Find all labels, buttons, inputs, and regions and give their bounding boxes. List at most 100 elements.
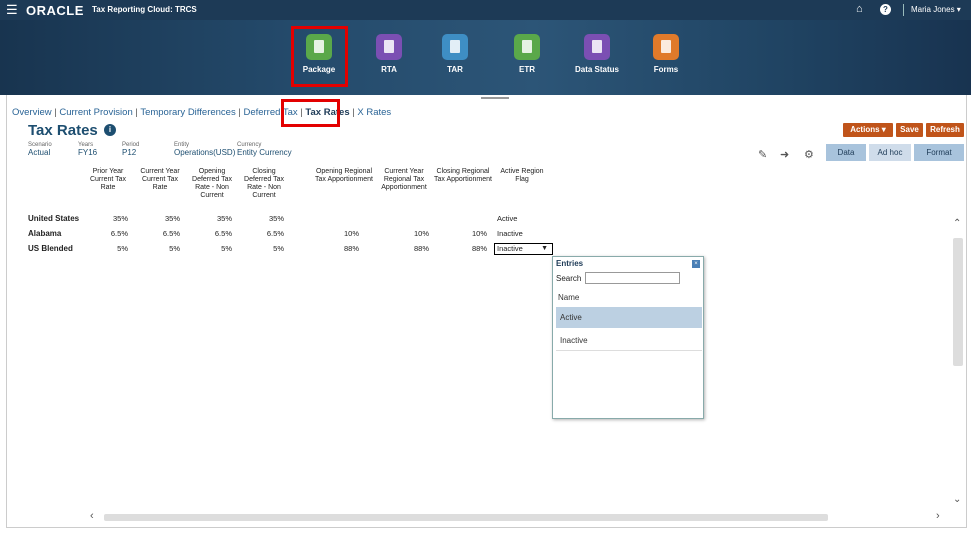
grid-cell[interactable]: 6.5% — [136, 229, 180, 239]
pov-value: Entity Currency — [237, 148, 292, 157]
highlight-box — [291, 26, 348, 87]
active-flag-select[interactable]: Inactive ▼ — [494, 243, 553, 255]
home-icon[interactable]: ⌂ — [856, 3, 863, 15]
grid-cell[interactable]: 5% — [240, 244, 284, 254]
chevron-down-icon[interactable]: ⌄ — [953, 494, 961, 505]
pov-currency[interactable]: Currency Entity Currency — [237, 141, 292, 157]
tab-temporary-differences[interactable]: Temporary Differences — [140, 107, 235, 118]
entries-dropdown: Entries × Search Name Active Inactive — [552, 256, 704, 419]
resize-handle[interactable] — [481, 97, 509, 99]
chevron-up-icon[interactable]: ⌃ — [953, 218, 961, 229]
vertical-scrollbar[interactable]: ⌃ ⌄ — [951, 218, 967, 516]
tab-overview[interactable]: Overview — [12, 107, 52, 118]
grid-cell[interactable]: 88% — [315, 244, 359, 254]
actions-button[interactable]: Actions ▾ — [843, 123, 893, 137]
option-active[interactable]: Active — [556, 307, 702, 328]
user-menu[interactable]: Maria Jones ▾ — [911, 5, 961, 15]
nav-tile-tar[interactable]: TAR — [425, 34, 485, 75]
highlight-box — [281, 99, 340, 127]
format-mode-button[interactable]: Format — [914, 144, 964, 161]
chevron-right-icon[interactable]: › — [936, 510, 940, 522]
pov-value: Operations(USD) — [174, 148, 236, 157]
rta-icon — [376, 34, 402, 60]
nav-tile-rta[interactable]: RTA — [359, 34, 419, 75]
search-label: Search — [556, 274, 582, 283]
grid-cell[interactable]: 10% — [385, 229, 429, 239]
option-inactive[interactable]: Inactive — [556, 330, 702, 351]
edit-icon[interactable]: ✎ — [758, 148, 767, 161]
divider — [903, 4, 904, 16]
help-icon[interactable]: ? — [880, 4, 891, 15]
refresh-button[interactable]: Refresh — [926, 123, 964, 137]
pov-value: Actual — [28, 148, 51, 157]
tab-fx-rates[interactable]: X Rates — [357, 107, 391, 118]
grid-cell[interactable]: 35% — [240, 214, 284, 224]
list-header: Name — [558, 293, 580, 302]
data-mode-button[interactable]: Data — [826, 144, 866, 161]
data-status-icon — [584, 34, 610, 60]
pov-years[interactable]: Years FY16 — [78, 141, 97, 157]
grid-cell[interactable]: 88% — [385, 244, 429, 254]
app-title: Tax Reporting Cloud: TRCS — [92, 5, 197, 14]
chevron-down-icon[interactable]: ▼ — [541, 244, 548, 254]
arrow-icon[interactable]: ➜ — [780, 148, 789, 161]
grid-cell[interactable]: 35% — [136, 214, 180, 224]
column-header: Prior Year Current Tax Rate — [89, 168, 127, 191]
grid-cell[interactable]: 6.5% — [188, 229, 232, 239]
grid-cell[interactable]: 88% — [443, 244, 487, 254]
forms-icon — [653, 34, 679, 60]
grid-cell[interactable]: 6.5% — [84, 229, 128, 239]
nav-tile-label: Forms — [653, 65, 679, 74]
gear-icon[interactable]: ⚙ — [804, 148, 814, 161]
column-header: Active Region Flag — [500, 168, 544, 183]
column-header: Current Year Current Tax Rate — [140, 168, 180, 191]
nav-tile-label: TAR — [447, 65, 463, 74]
active-flag-cell[interactable]: Active — [497, 214, 517, 224]
column-header: Current Year Regional Tax Apportionment — [381, 168, 427, 191]
active-flag-cell[interactable]: Inactive — [497, 229, 523, 239]
etr-icon — [514, 34, 540, 60]
tar-icon — [442, 34, 468, 60]
grid-cell[interactable]: 35% — [188, 214, 232, 224]
info-icon[interactable]: i — [104, 124, 116, 136]
brand-logo: ORACLE — [26, 3, 84, 18]
grid-cell[interactable]: 10% — [315, 229, 359, 239]
navigation-banner: Package RTA TAR ETR Data Status Forms — [0, 20, 971, 95]
page-title: Tax Rates — [28, 122, 98, 139]
scroll-thumb[interactable] — [953, 238, 963, 366]
pov-period[interactable]: Period P12 — [122, 141, 139, 157]
column-header: Closing Deferred Tax Rate - Non Current — [244, 168, 284, 199]
tab-current-provision[interactable]: Current Provision — [59, 107, 132, 118]
grid-cell[interactable]: 5% — [84, 244, 128, 254]
pov-scenario[interactable]: Scenario Actual — [28, 141, 52, 157]
search-input[interactable] — [585, 272, 680, 284]
top-bar: ☰ ORACLE Tax Reporting Cloud: TRCS ⌂ ? M… — [0, 0, 971, 20]
grid-cell[interactable]: 5% — [136, 244, 180, 254]
grid-cell[interactable]: 6.5% — [240, 229, 284, 239]
scroll-thumb[interactable] — [104, 514, 828, 521]
chevron-left-icon[interactable]: ‹ — [90, 510, 94, 522]
grid-cell[interactable]: 10% — [443, 229, 487, 239]
adhoc-mode-button[interactable]: Ad hoc — [869, 144, 911, 161]
content-frame — [6, 95, 967, 528]
grid-cell[interactable]: 35% — [84, 214, 128, 224]
pov-entity[interactable]: Entity Operations(USD) — [174, 141, 235, 157]
nav-tile-forms[interactable]: Forms — [636, 34, 696, 75]
menu-icon[interactable]: ☰ — [6, 3, 18, 16]
close-icon[interactable]: × — [692, 260, 700, 268]
grid-cell[interactable]: 5% — [188, 244, 232, 254]
pov-value: P12 — [122, 148, 137, 157]
row-header-alabama: Alabama — [28, 229, 62, 238]
row-header-us-blended: US Blended — [28, 244, 73, 253]
dropdown-title: Entries — [556, 259, 584, 268]
column-header: Opening Deferred Tax Rate - Non Current — [192, 168, 232, 199]
horizontal-scrollbar[interactable]: ‹ › — [88, 510, 948, 524]
nav-tile-data-status[interactable]: Data Status — [567, 34, 627, 75]
nav-tile-label: RTA — [381, 65, 397, 74]
pov-value: FY16 — [78, 148, 98, 157]
column-header: Closing Regional Tax Apportionment — [434, 168, 492, 183]
row-header-united-states: United States — [28, 214, 80, 223]
nav-tile-etr[interactable]: ETR — [497, 34, 557, 75]
nav-tile-label: Data Status — [574, 65, 619, 74]
save-button[interactable]: Save — [896, 123, 923, 137]
